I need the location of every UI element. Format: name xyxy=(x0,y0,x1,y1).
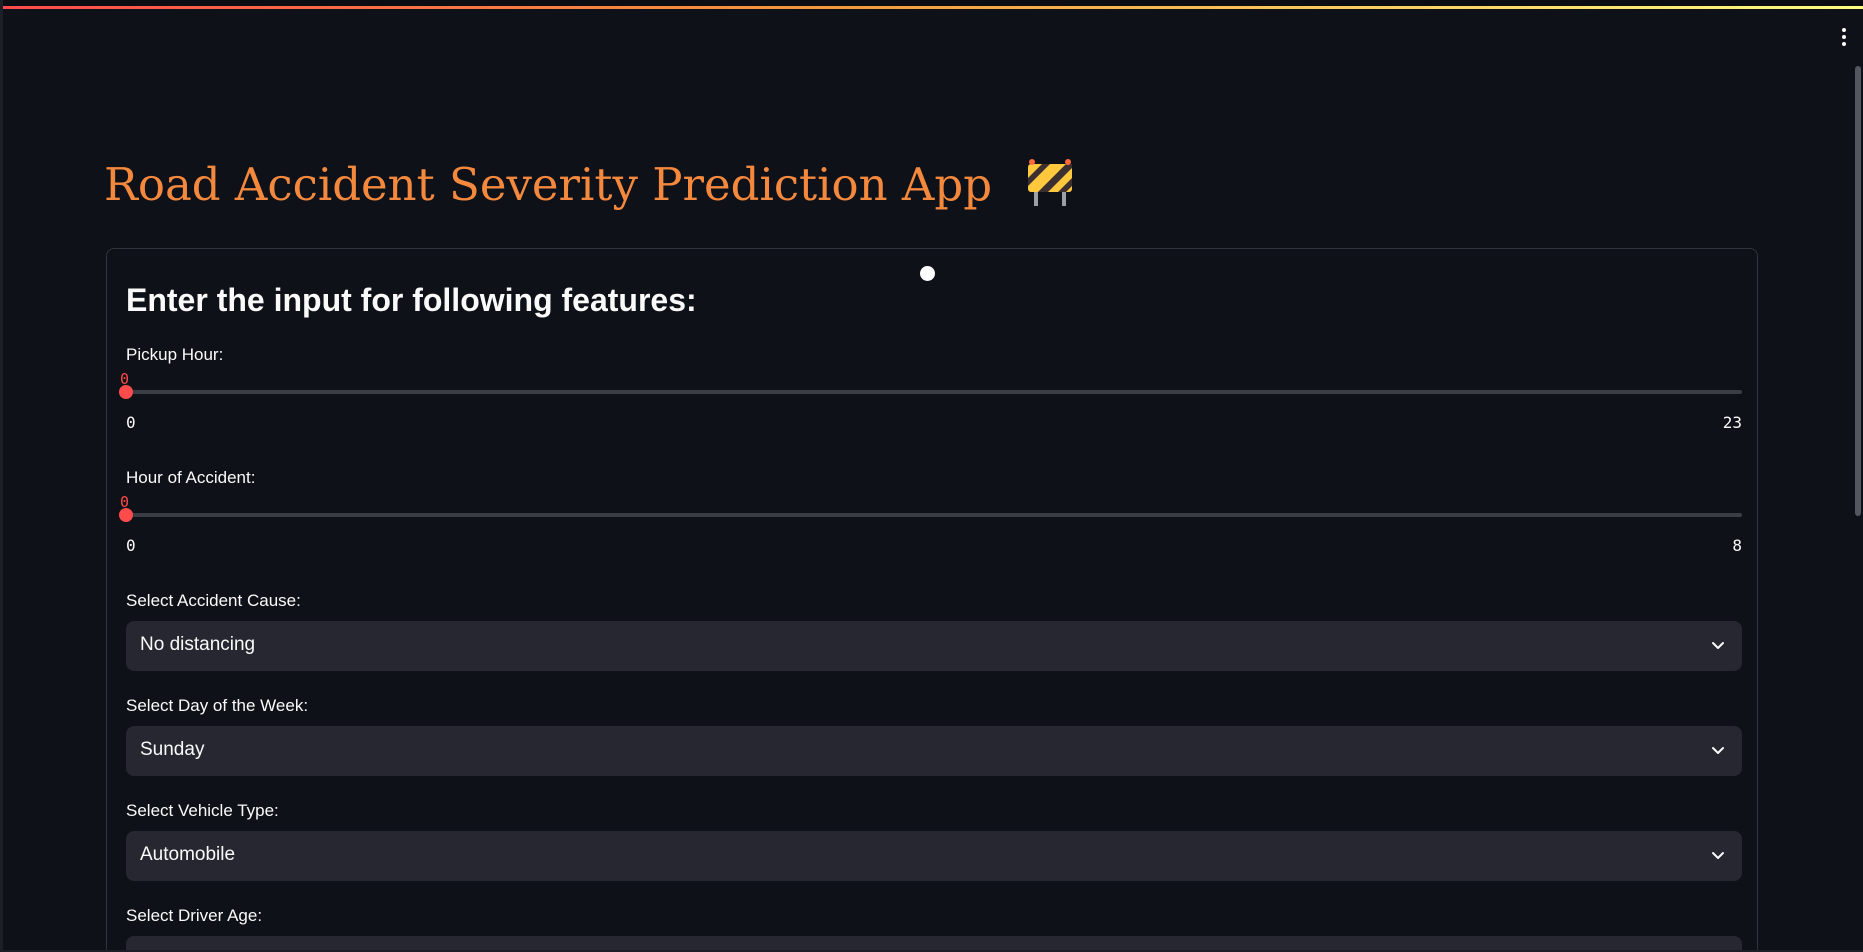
chevron-down-icon xyxy=(1712,747,1724,754)
kebab-menu-icon xyxy=(1842,28,1846,32)
day-of-week-select[interactable]: Sunday xyxy=(126,726,1742,776)
kebab-dot xyxy=(1842,35,1846,39)
vehicle-type-label: Select Vehicle Type: xyxy=(126,801,279,820)
slider-max-label: 8 xyxy=(1732,536,1742,555)
page-title: Road Accident Severity Prediction App xyxy=(104,158,1076,214)
pickup-hour-label: Pickup Hour: xyxy=(126,345,224,364)
accident-cause-selected-value: No distancing xyxy=(140,634,256,655)
kebab-dot xyxy=(1842,42,1846,46)
slider-max-label: 23 xyxy=(1722,413,1742,432)
form-heading: Enter the input for following features: xyxy=(126,282,697,318)
slider-min-label: 0 xyxy=(126,413,136,432)
accident-cause-select[interactable]: No distancing xyxy=(126,621,1742,671)
hour-of-accident-slider[interactable]: 0 0 8 xyxy=(119,493,1742,563)
day-of-week-label: Select Day of the Week: xyxy=(126,696,309,715)
slider-min-label: 0 xyxy=(126,536,136,555)
driver-age-select[interactable] xyxy=(126,936,1742,950)
vehicle-type-select[interactable]: Automobile xyxy=(126,831,1742,881)
construction-barrier-icon xyxy=(1028,158,1073,206)
slider-thumb[interactable] xyxy=(119,385,133,399)
chevron-down-icon xyxy=(1712,642,1724,649)
slider-track[interactable] xyxy=(126,390,1742,394)
hour-of-accident-label: Hour of Accident: xyxy=(126,468,256,487)
vehicle-type-selected-value: Automobile xyxy=(140,844,236,865)
slider-thumb[interactable] xyxy=(119,508,133,522)
accident-cause-label: Select Accident Cause: xyxy=(126,591,301,610)
app-root: Road Accident Severity Prediction App En… xyxy=(0,0,1863,952)
slider-track[interactable] xyxy=(126,513,1742,517)
driver-age-label: Select Driver Age: xyxy=(126,906,263,925)
page-title-text: Road Accident Severity Prediction App xyxy=(104,158,993,211)
day-of-week-selected-value: Sunday xyxy=(140,739,205,760)
page-scrollbar[interactable] xyxy=(1855,66,1861,516)
decoration-gradient-bar xyxy=(3,6,1863,9)
chevron-down-icon xyxy=(1712,852,1724,859)
input-form: Enter the input for following features: … xyxy=(106,248,1758,950)
header-decoration xyxy=(3,0,1863,9)
pickup-hour-slider[interactable]: 0 0 23 xyxy=(119,370,1742,440)
running-status-icon xyxy=(920,266,935,281)
main-menu-button[interactable] xyxy=(1839,28,1849,50)
